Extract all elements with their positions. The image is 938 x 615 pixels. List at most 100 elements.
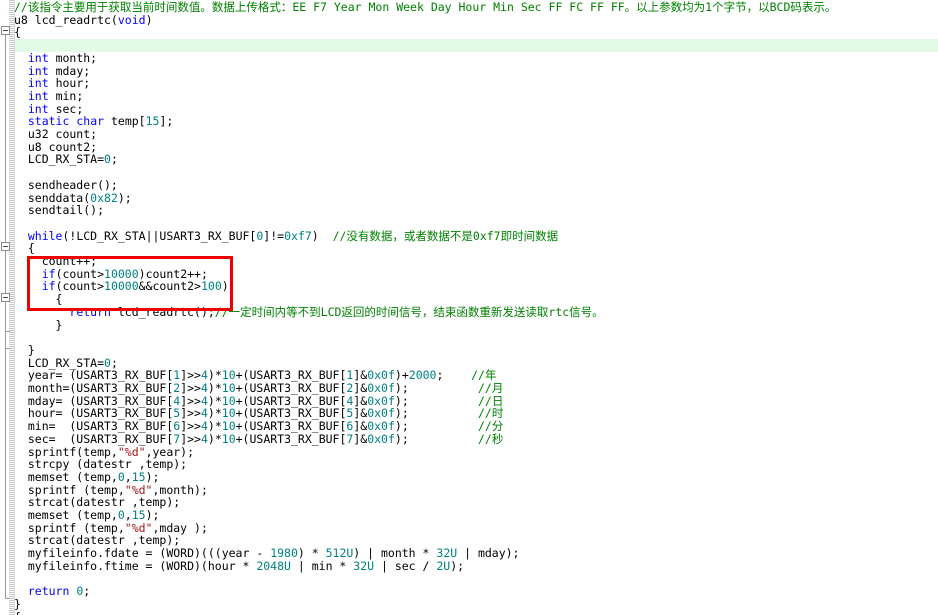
code-line[interactable]: } [0, 317, 938, 332]
code-line[interactable]: memset (temp,0,15); [0, 509, 938, 522]
code-line[interactable]: int min; [0, 90, 938, 103]
code-line[interactable]: min= (USART3_RX_BUF[6]>>4)*10+(USART3_RX… [0, 420, 938, 433]
code-token-num: 15 [145, 114, 160, 129]
code-token-plain: } [14, 596, 21, 611]
current-line-highlight [14, 39, 938, 52]
code-line[interactable]: int hour; [0, 77, 938, 90]
code-token-plain: ) * [297, 546, 326, 561]
code-token-plain: +(USART3_RX_BUF[ [235, 419, 347, 434]
code-token-num: 15 [131, 469, 146, 484]
code-token-plain: (!LCD_RX_STA||USART3_RX_BUF[ [62, 228, 257, 243]
code-line[interactable]: myfileinfo.fdate = (WORD)(((year - 1980)… [0, 547, 938, 560]
code-token-plain: ) [145, 12, 153, 27]
code-token-plain: month=(USART3_RX_BUF[ [14, 381, 174, 395]
code-token-kw: int [27, 50, 49, 65]
code-token-plain: +(USART3_RX_BUF[ [235, 381, 347, 395]
code-token-cmt: //一定时间内等不到LCD返回的时间信号，结束函数重新发送读取rtc信号。 [214, 304, 604, 319]
code-token-num: 6 [346, 419, 354, 434]
code-token-plain: ); [450, 558, 465, 573]
code-token-num: 0 [104, 152, 111, 167]
code-line[interactable]: return 0; [0, 585, 938, 598]
code-token-num: 0 [117, 469, 125, 484]
code-token-plain: { [14, 610, 21, 615]
code-line[interactable] [0, 573, 938, 586]
code-token-num: 10 [221, 381, 236, 395]
code-line[interactable]: u32 count; [0, 128, 938, 141]
code-line[interactable]: month=(USART3_RX_BUF[2]>>4)*10+(USART3_R… [0, 382, 938, 395]
code-token-plain: myfileinfo.ftime = (WORD)(hour * [14, 558, 257, 573]
folding-gutter[interactable] [0, 0, 15, 615]
code-token-num: 0 [76, 584, 84, 599]
code-line[interactable]: LCD_RX_STA=0; [0, 153, 938, 166]
code-token-num: 2048U [256, 558, 291, 573]
code-line[interactable]: sendtail(); [0, 204, 938, 217]
code-token-plain: ); [145, 469, 160, 484]
code-line[interactable]: memset (temp,0,15); [0, 471, 938, 484]
code-line[interactable]: static char temp[15]; [0, 115, 938, 128]
code-token-plain: u8 lcd_readrtc( [14, 12, 118, 27]
code-token-kw: int [27, 76, 49, 91]
code-line[interactable] [0, 217, 938, 230]
code-line[interactable]: myfileinfo.ftime = (WORD)(hour * 2048U |… [0, 560, 938, 573]
code-token-plain: sec= (USART3_RX_BUF[ [14, 431, 174, 446]
code-line[interactable]: int month; [0, 52, 938, 65]
code-token-num: 10 [221, 419, 236, 434]
code-token-cmt: //月 [478, 381, 504, 395]
fold-marker-while-open[interactable] [1, 242, 10, 251]
code-token-num: 10 [221, 431, 236, 446]
code-token-num: 2 [173, 381, 181, 395]
code-token-kw: return [27, 584, 70, 599]
code-token-num: 0x0f [367, 431, 395, 446]
code-line[interactable]: strcpy (datestr ,temp); [0, 458, 938, 471]
code-line[interactable]: while(!LCD_RX_STA||USART3_RX_BUF[0]!=0xf… [0, 228, 938, 243]
code-line[interactable] [0, 331, 938, 344]
code-token-plain: ]>> [180, 381, 201, 395]
code-token-plain: memset (temp, [14, 508, 118, 522]
code-line[interactable]: sendheader(); [0, 179, 938, 192]
code-line[interactable]: { [0, 242, 938, 255]
code-token-num: 4 [200, 419, 208, 434]
code-line[interactable]: { [0, 610, 938, 615]
code-line[interactable]: } [0, 598, 938, 611]
code-token-num: 32U [436, 546, 458, 561]
code-token-plain: LCD_RX_STA= [14, 152, 105, 167]
code-token-plain: myfileinfo.fdate = (WORD)(((year - [14, 546, 271, 561]
code-token-plain: ); [394, 419, 478, 434]
code-line[interactable]: senddata(0x82); [0, 191, 938, 205]
code-token-plain: strcpy (datestr ,temp); [14, 457, 188, 472]
code-editor-view[interactable]: //该指令主要用于获取当前时间数值。数据上传格式：EE F7 Year Mon … [0, 0, 938, 615]
code-token-plain: ]>> [180, 419, 201, 434]
code-line[interactable]: sec= (USART3_RX_BUF[7]>>4)*10+(USART3_RX… [0, 433, 938, 446]
code-token-num: 0x0f [367, 419, 395, 434]
code-token-num: 4 [200, 431, 208, 446]
fold-rule-if [5, 299, 6, 331]
code-token-plain: memset (temp, [14, 469, 118, 484]
fold-end-while [5, 348, 10, 349]
fold-marker-if-open[interactable] [1, 293, 10, 302]
code-token-plain: } [14, 317, 63, 332]
code-token-plain: ]!= [263, 228, 285, 243]
code-token-plain: temp[ [104, 114, 146, 129]
gutter-hatch-rule [9, 0, 14, 615]
fold-marker-function-open[interactable] [1, 26, 10, 35]
code-line[interactable]: { [0, 26, 938, 39]
code-line[interactable]: //该指令主要用于获取当前时间数值。数据上传格式：EE F7 Year Mon … [0, 1, 938, 14]
code-token-num: 0 [256, 228, 264, 243]
code-line[interactable] [0, 166, 938, 179]
code-token-plain: | mday); [457, 546, 520, 561]
code-token-cmt: //该指令主要用于获取当前时间数值。数据上传格式：EE F7 Year Mon … [14, 0, 837, 14]
code-token-plain: ]>> [180, 431, 201, 446]
code-line[interactable]: u8 count2; [0, 140, 938, 154]
code-token-num: 2U [436, 558, 451, 573]
code-token-plain: ; [83, 584, 91, 599]
code-token-plain: ; [110, 152, 118, 167]
code-token-num: 15 [131, 508, 146, 522]
code-line[interactable]: int mday; [0, 64, 938, 78]
code-token-plain: ); [394, 431, 478, 446]
code-token-num: 0x0f [367, 381, 395, 395]
code-line[interactable]: u8 lcd_readrtc(void) [0, 12, 938, 27]
code-line[interactable]: } [0, 344, 938, 357]
